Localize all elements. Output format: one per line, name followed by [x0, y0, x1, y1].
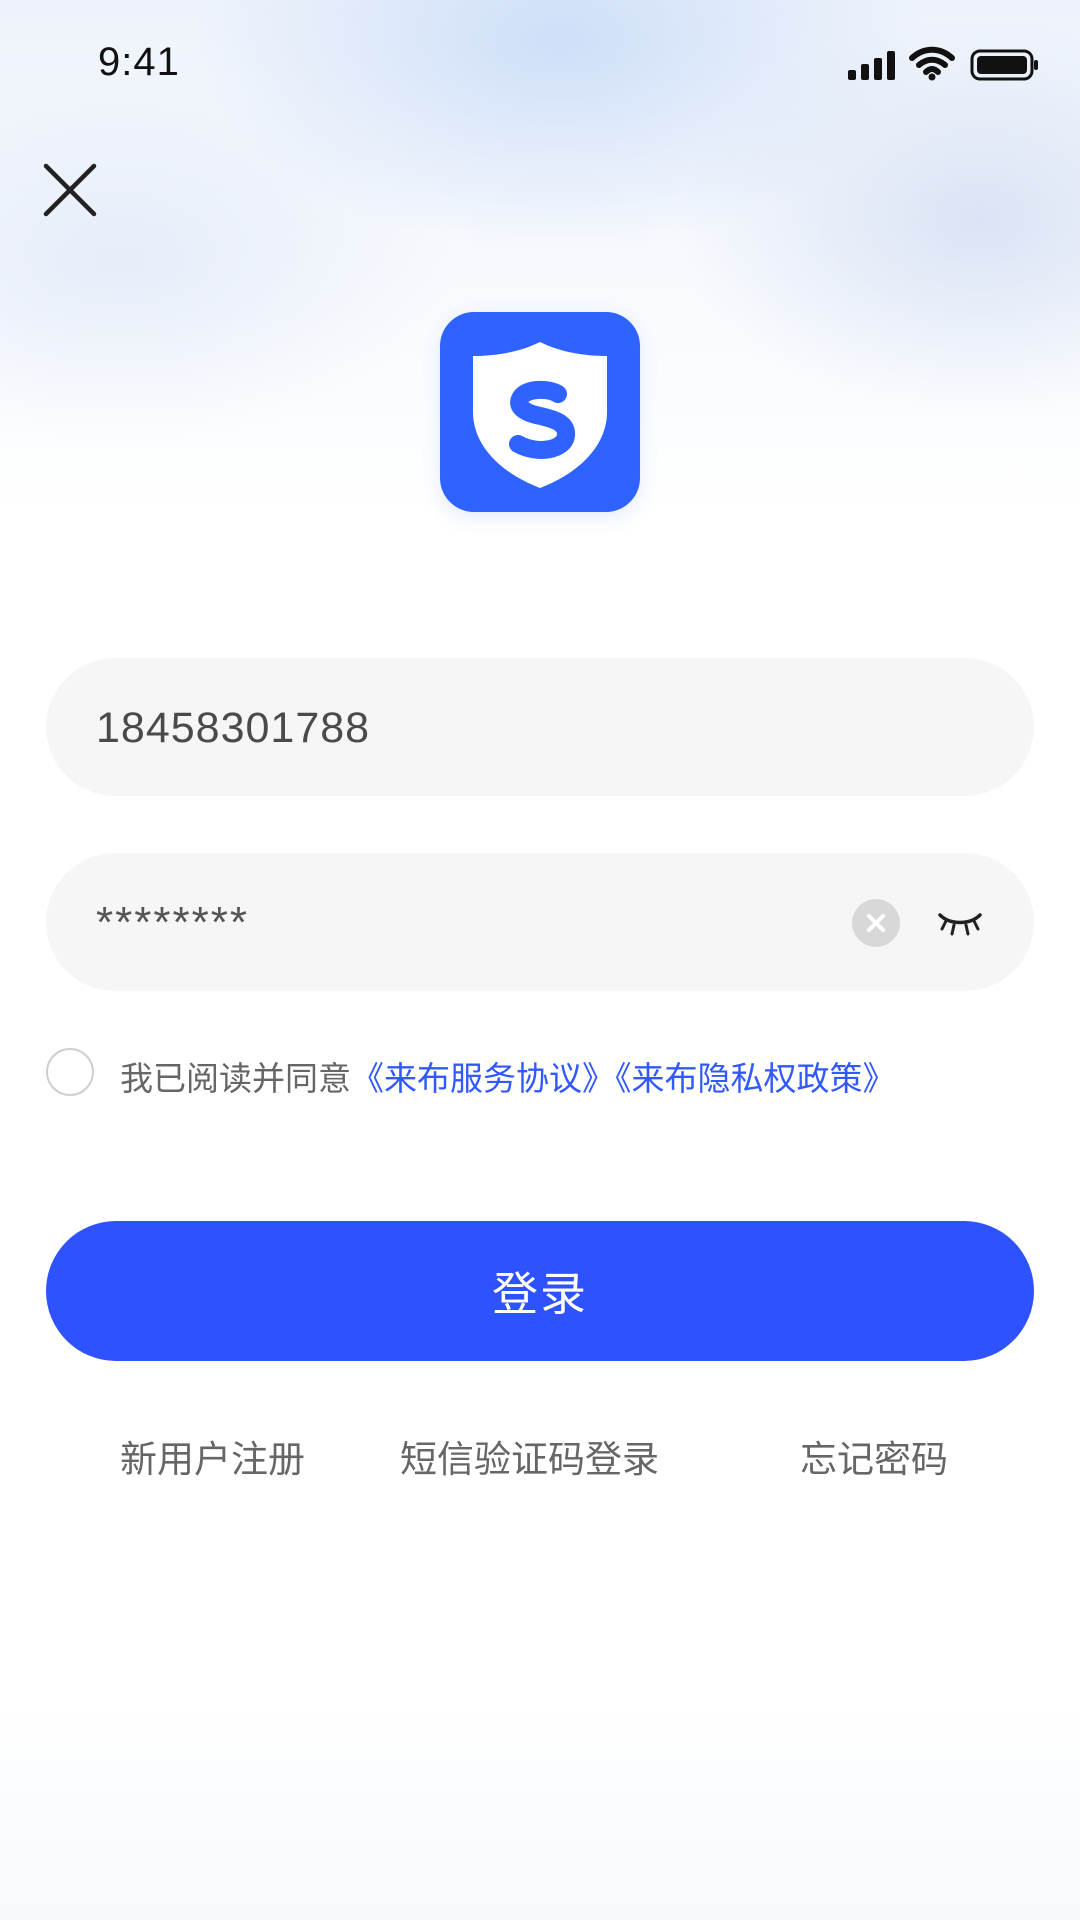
- battery-icon: [970, 49, 1038, 81]
- forgot-password-link[interactable]: 忘记密码: [800, 1434, 948, 1486]
- privacy-policy-link[interactable]: 《来布隐私权政策》: [615, 1059, 896, 1098]
- phone-field: [46, 658, 1034, 798]
- status-bar: 9:41: [0, 0, 1080, 130]
- signal-icon: [848, 51, 895, 80]
- clear-password-button[interactable]: [852, 899, 900, 947]
- service-agreement-link[interactable]: 《来布服务协议》: [351, 1059, 615, 1098]
- clear-icon: [867, 914, 885, 932]
- agreement-checkbox[interactable]: [46, 1048, 94, 1096]
- password-field: [46, 853, 1034, 993]
- wifi-icon: [909, 46, 955, 81]
- agreement-row: 我已阅读并同意《来布服务协议》《来布隐私权政策》: [46, 1048, 1036, 1100]
- shield-s-icon: [473, 342, 607, 488]
- close-button[interactable]: [38, 158, 102, 222]
- eye-closed-icon: [938, 913, 982, 936]
- app-logo: [440, 312, 640, 512]
- close-icon: [43, 163, 97, 217]
- register-link[interactable]: 新用户注册: [120, 1434, 305, 1486]
- password-input[interactable]: [94, 853, 858, 993]
- toggle-password-visibility-button[interactable]: [936, 901, 984, 943]
- sms-login-link[interactable]: 短信验证码登录: [400, 1434, 659, 1486]
- phone-input[interactable]: [94, 658, 858, 798]
- agreement-text: 我已阅读并同意《来布服务协议》《来布隐私权政策》: [120, 1052, 896, 1100]
- agreement-prefix: 我已阅读并同意: [120, 1059, 351, 1098]
- status-time: 9:41: [98, 40, 180, 84]
- login-button[interactable]: 登录: [46, 1221, 1034, 1361]
